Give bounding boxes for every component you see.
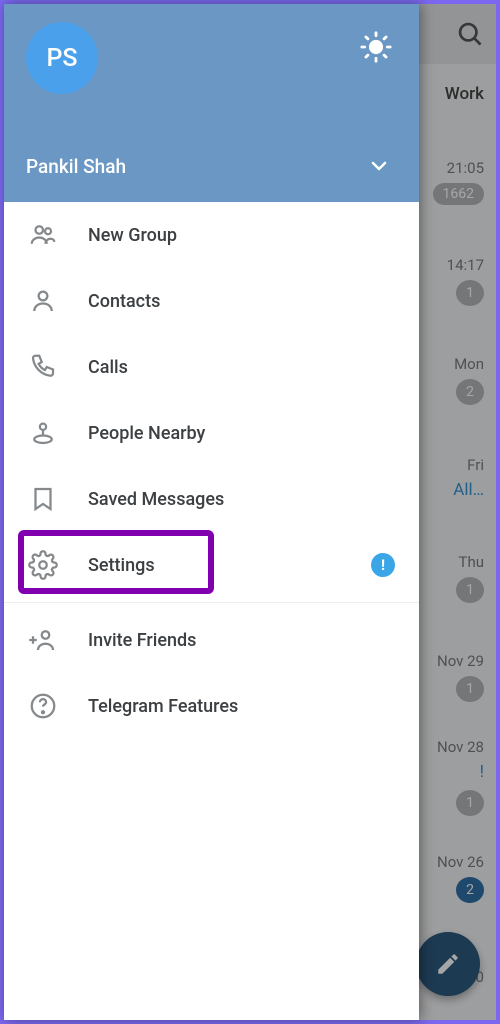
menu-label: Telegram Features bbox=[88, 696, 238, 717]
menu-label: Settings bbox=[88, 555, 155, 576]
menu-invite-friends[interactable]: Invite Friends bbox=[4, 607, 419, 673]
menu-label: Saved Messages bbox=[88, 489, 224, 510]
menu-saved-messages[interactable]: Saved Messages bbox=[4, 466, 419, 532]
menu-divider bbox=[4, 602, 419, 603]
menu-label: Invite Friends bbox=[88, 630, 196, 651]
app-root: Work 21:05166214:171Mon2FriAll…Thu1Nov 2… bbox=[0, 0, 500, 1024]
navigation-drawer: PS Pankil Shah New Group Contacts bbox=[4, 4, 419, 1020]
invite-icon bbox=[28, 625, 58, 655]
help-icon bbox=[28, 691, 58, 721]
avatar[interactable]: PS bbox=[26, 22, 98, 94]
gear-icon bbox=[28, 550, 58, 580]
people-nearby-icon bbox=[28, 418, 58, 448]
chevron-down-icon[interactable] bbox=[367, 154, 391, 178]
phone-icon bbox=[28, 352, 58, 382]
alert-badge: ! bbox=[371, 553, 395, 577]
drawer-header: PS Pankil Shah bbox=[4, 4, 419, 202]
menu-telegram-features[interactable]: Telegram Features bbox=[4, 673, 419, 739]
menu-label: People Nearby bbox=[88, 423, 205, 444]
menu-new-group[interactable]: New Group bbox=[4, 202, 419, 268]
username[interactable]: Pankil Shah bbox=[26, 155, 126, 178]
person-icon bbox=[28, 286, 58, 316]
menu-label: Calls bbox=[88, 357, 128, 378]
menu-calls[interactable]: Calls bbox=[4, 334, 419, 400]
drawer-body: New Group Contacts Calls People Nearby bbox=[4, 202, 419, 1020]
menu-settings[interactable]: Settings ! bbox=[4, 532, 419, 598]
avatar-initials: PS bbox=[46, 44, 77, 73]
sun-icon[interactable] bbox=[359, 30, 393, 64]
menu-contacts[interactable]: Contacts bbox=[4, 268, 419, 334]
bookmark-icon bbox=[28, 484, 58, 514]
menu-people-nearby[interactable]: People Nearby bbox=[4, 400, 419, 466]
group-icon bbox=[28, 220, 58, 250]
menu-label: Contacts bbox=[88, 291, 160, 312]
menu-label: New Group bbox=[88, 225, 177, 246]
